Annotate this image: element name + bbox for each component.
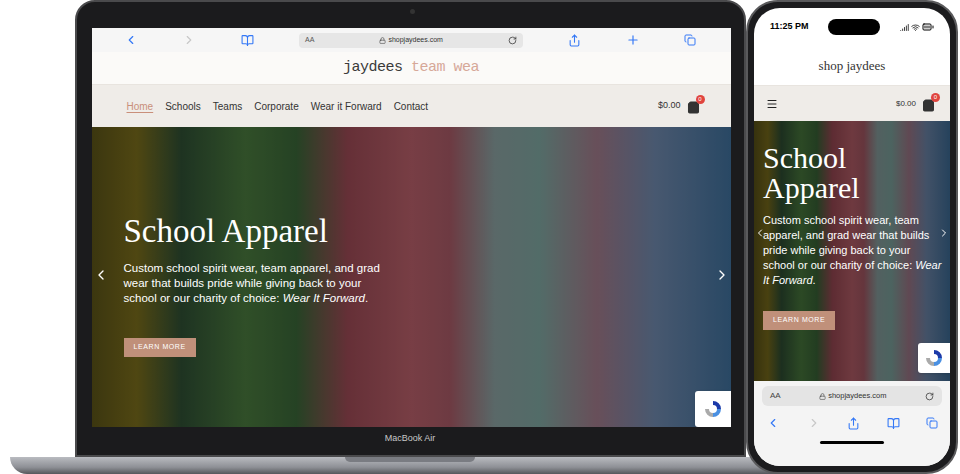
hero-description: Custom school spirit wear, team apparel,… (124, 261, 396, 306)
site-header: shop jaydees (754, 46, 950, 86)
text-size-button[interactable]: AA (770, 390, 781, 402)
back-icon[interactable] (766, 416, 780, 430)
nav-item[interactable]: Schools (165, 99, 201, 114)
forward-icon[interactable] (182, 33, 196, 47)
lock-icon (819, 393, 826, 400)
prev-slide-icon[interactable] (754, 227, 766, 239)
share-icon[interactable] (568, 34, 581, 47)
hero-banner: School Apparel Custom school spirit wear,… (754, 121, 950, 381)
cart[interactable]: $0.000 (658, 98, 701, 114)
reload-icon[interactable] (925, 392, 934, 401)
phone-screen: 11:25 PM shop jaydees $0.00 0 School Apparel… (754, 8, 950, 466)
site-logo[interactable]: shop jaydees (819, 56, 886, 76)
bookmarks-icon[interactable] (241, 34, 254, 47)
dynamic-island (828, 19, 880, 35)
nav-item[interactable]: Corporate (254, 99, 298, 114)
nav-item[interactable]: Teams (213, 99, 242, 114)
cart-total: $0.00 (896, 98, 916, 110)
browser-toolbar: AA shopjaydees.com (92, 28, 731, 52)
laptop: AA shopjaydees.com jaydees team wea Home Sch… (0, 0, 820, 474)
new-tab-icon[interactable] (626, 33, 640, 47)
hero-title: School Apparel (763, 143, 945, 203)
cart-count-badge: 0 (931, 93, 940, 102)
device-mockup: AA shopjaydees.com jaydees team wea Home Sch… (0, 0, 960, 474)
hero-content: School Apparel Custom school spirit wear,… (124, 213, 396, 357)
cart[interactable]: $0.000 (896, 96, 936, 112)
address-text: shopjaydees.com (388, 35, 442, 46)
signal-icon (900, 23, 909, 32)
status-bar: 11:25 PM (754, 8, 950, 46)
site-logo[interactable]: jaydees team wea (343, 57, 479, 80)
laptop-base (10, 457, 810, 474)
address-text: shopjaydees.com (828, 390, 886, 401)
learn-more-button[interactable]: LEARN MORE (763, 311, 835, 330)
recaptcha-badge[interactable] (695, 391, 731, 427)
site-nav: Home Schools Teams Corporate Wear it Forward… (92, 85, 731, 127)
forward-icon[interactable] (807, 416, 821, 430)
address-bar[interactable]: AA shopjaydees.com (762, 386, 942, 406)
share-icon[interactable] (847, 417, 860, 430)
next-slide-icon[interactable] (714, 267, 730, 283)
hero-content: School Apparel Custom school spirit wear,… (763, 143, 945, 330)
site-header: jaydees team wea (92, 52, 731, 85)
recaptcha-badge[interactable] (918, 343, 950, 373)
camera (410, 9, 415, 14)
laptop-screen: AA shopjaydees.com jaydees team wea Home Sch… (92, 28, 731, 427)
cart-total: $0.00 (658, 99, 681, 113)
back-icon[interactable] (124, 33, 138, 47)
laptop-notch (345, 457, 475, 462)
tabs-icon[interactable] (926, 417, 938, 429)
hero-banner: School Apparel Custom school spirit wear,… (92, 127, 731, 427)
tabs-icon[interactable] (684, 34, 696, 46)
site-nav: $0.00 0 (754, 86, 950, 121)
recaptcha-icon (703, 399, 723, 419)
browser-bottom-bar: AA shopjaydees.com (754, 381, 950, 466)
hero-description: Custom school spirit wear, team apparel,… (763, 213, 945, 288)
bookmarks-icon[interactable] (887, 417, 900, 430)
lock-icon (379, 37, 386, 44)
browser-toolbar (762, 410, 942, 436)
next-slide-icon[interactable] (938, 227, 950, 239)
laptop-lid: AA shopjaydees.com jaydees team wea Home Sch… (75, 0, 746, 457)
address-bar[interactable]: AA shopjaydees.com (299, 33, 523, 48)
nav-item[interactable]: Wear it Forward (311, 99, 382, 114)
battery-icon (922, 21, 934, 33)
status-time: 11:25 PM (770, 20, 809, 34)
text-size-button[interactable]: AA (305, 35, 314, 46)
cart-count-badge: 0 (696, 95, 705, 104)
hero-title: School Apparel (124, 213, 396, 249)
nav-item[interactable]: Contact (394, 99, 428, 114)
wifi-icon (911, 23, 920, 32)
reload-icon[interactable] (508, 36, 517, 45)
nav-item[interactable]: Home (127, 99, 154, 114)
recaptcha-icon (924, 348, 944, 368)
prev-slide-icon[interactable] (93, 267, 109, 283)
learn-more-button[interactable]: LEARN MORE (124, 338, 196, 357)
menu-icon[interactable] (766, 98, 778, 110)
phone: 11:25 PM shop jaydees $0.00 0 School Apparel… (746, 0, 958, 474)
laptop-model-label: MacBook Air (77, 432, 744, 446)
home-indicator (820, 441, 884, 444)
